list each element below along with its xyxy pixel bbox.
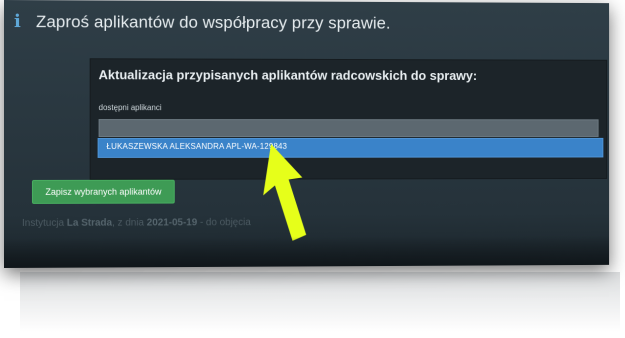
footer-date-prefix: , z dnia — [112, 217, 145, 229]
applicant-select[interactable] — [98, 119, 599, 137]
footer-suffix: - do objęcia — [199, 217, 251, 229]
save-applicants-button[interactable]: Zapisz wybranych aplikantów — [31, 179, 175, 204]
form-title: Aktualizacja przypisanych aplikantów rad… — [98, 67, 478, 83]
info-icon: i — [13, 11, 21, 33]
footer-prefix: Instytucja — [21, 217, 65, 229]
panel-shadow — [4, 235, 610, 268]
footer-institution: La Strada — [66, 217, 113, 229]
pointer-arrow-icon — [263, 143, 307, 241]
assign-form: Aktualizacja przypisanych aplikantów rad… — [89, 58, 608, 180]
footer-date: 2021-05-19 — [146, 217, 198, 229]
applicant-option[interactable]: ŁUKASZEWSKA ALEKSANDRA APL-WA-129843 — [97, 137, 604, 158]
reflection — [20, 272, 620, 332]
header: i Zaproś aplikantów do współpracy przy s… — [13, 11, 391, 33]
footer-info: Instytucja La Strada, z dnia 2021-05-19 … — [22, 217, 251, 229]
main-panel: i Zaproś aplikantów do współpracy przy s… — [4, 0, 610, 268]
page-title: Zaproś aplikantów do współpracy przy spr… — [35, 12, 391, 33]
field-label: dostępni aplikanci — [98, 103, 162, 113]
